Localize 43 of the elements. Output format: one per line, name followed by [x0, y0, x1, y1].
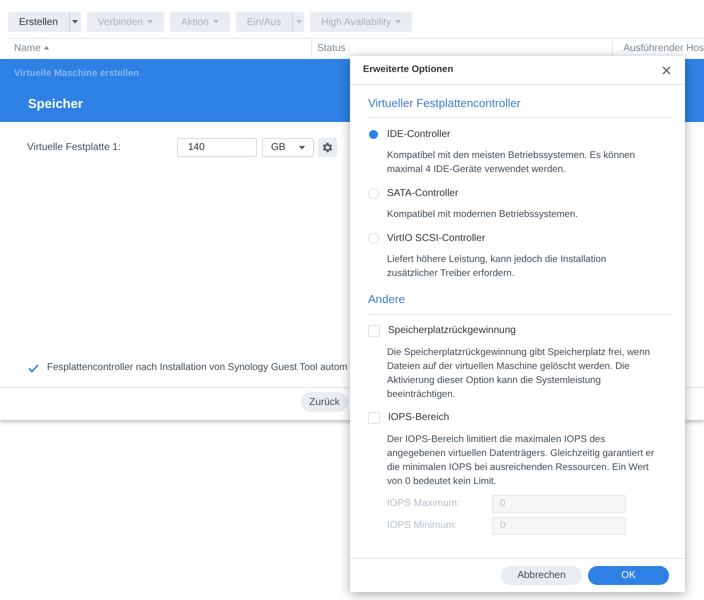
settings-button[interactable]	[318, 138, 337, 157]
dropdown-button[interactable]	[68, 12, 81, 32]
radio-label: IDE-Controller	[387, 128, 450, 142]
close-icon[interactable]	[662, 66, 671, 74]
field-label: IOPS Minimum:	[387, 519, 458, 533]
field-label: Virtuelle Festplatte 1:	[27, 141, 122, 155]
field-label: IOPS Maximum:	[387, 497, 461, 511]
checkbox-label: IOPS-Bereich	[388, 411, 450, 425]
radio-button[interactable]	[368, 188, 379, 199]
sort-arrow-icon	[44, 46, 49, 50]
description-text: Kompatibel mit den meisten Betriebssystemen. Es können maximal 4 IDE-Geräte verwendet werden.	[386, 149, 636, 178]
radio-button[interactable]	[368, 128, 379, 140]
caret-icon	[146, 20, 153, 24]
wizard-title: Virtuelle Maschine erstellen	[14, 67, 139, 81]
column-header[interactable]: Name	[8, 40, 312, 56]
gear-icon	[321, 141, 334, 154]
checkbox[interactable]	[368, 412, 380, 424]
description-text: Der IOPS-Bereich limitiert die maximalen IOPS des angegebenen virtuellen Datenträgers. Gleichzeitig garantiert er die minimalen IOPS bei ausreichenden Ressourcen. Ein Wert von 0 bedeutet kein Limit.	[386, 432, 656, 488]
ok-button[interactable]: OK	[588, 566, 669, 585]
caret-icon	[296, 20, 302, 24]
radio-label: VirtIO SCSI-Controller	[387, 232, 486, 246]
caret-icon	[212, 20, 219, 24]
section-heading: Andere	[368, 287, 672, 314]
description-text: Die Speicherplatzrückgewinnung gibt Speicherplatz frei, wenn Dateien auf der virtuellen Maschine gelöscht werden. Die Aktivierung dieser Option kann die Systemleistung beeinträchtigen.	[386, 346, 651, 402]
radio-label: SATA-Controller	[387, 186, 458, 201]
checkbox-label: Speicherplatzrückgewinnung	[388, 324, 516, 338]
caret-icon	[395, 20, 402, 24]
size-field[interactable]: 140	[177, 138, 257, 157]
description-text: Liefert höhere Leistung, kann jedoch die Installation zusätzlicher Treiber erfordern.	[386, 253, 608, 282]
radio-button[interactable]	[368, 232, 379, 244]
cancel-button[interactable]: Abbrechen	[501, 566, 582, 585]
description-text: Kompatibel mit modernen Betriebssystemen.	[386, 208, 579, 222]
back-button[interactable]: Zurück	[301, 392, 348, 412]
section-heading: Virtueller Festplattencontroller	[368, 91, 672, 118]
checkbox-label: Fesplattencontroller nach Installation von Synology Guest Tool autom	[47, 361, 348, 375]
dialog-title: Erweiterte Optionen	[363, 62, 454, 77]
unit-dropdown[interactable]: GB	[262, 138, 314, 157]
caret-icon	[299, 146, 305, 150]
checkmark-icon[interactable]	[28, 364, 39, 373]
toolbar-button[interactable]: Erstellen	[8, 12, 69, 32]
caret-icon	[72, 20, 78, 24]
step-title: Speicher	[28, 95, 83, 114]
checkbox[interactable]	[368, 324, 380, 336]
